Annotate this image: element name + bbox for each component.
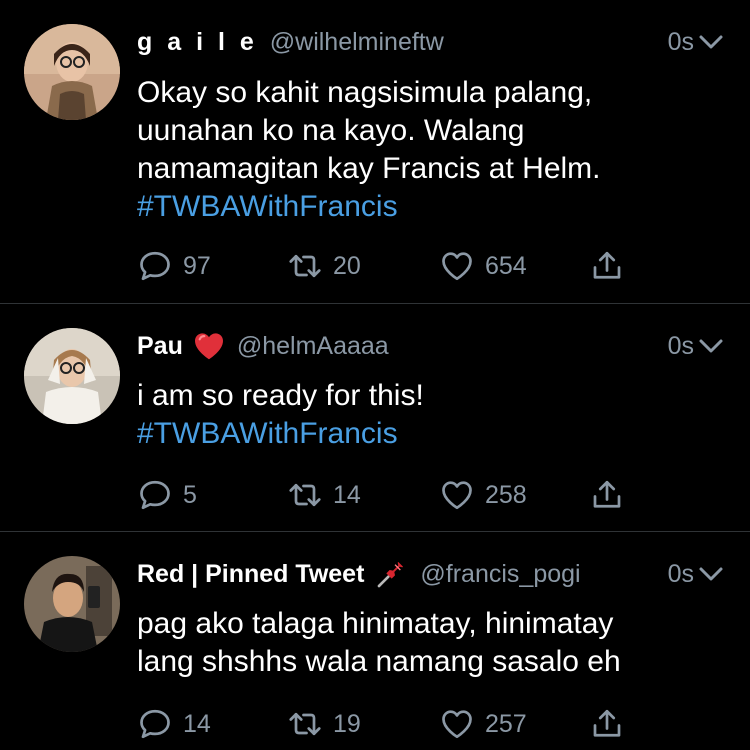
share-icon — [593, 709, 621, 737]
user-handle[interactable]: @francis_pogi — [420, 560, 580, 589]
tweet-text: pag ako talaga hinimatay, hinimatay lang… — [137, 605, 710, 681]
avatar[interactable] — [24, 556, 120, 652]
tweet-line: pag ako talaga hinimatay, hinimatay — [137, 607, 614, 640]
tweet-line: uunahan ko na kayo. Walang — [137, 114, 525, 147]
retweet-button[interactable]: 14 — [287, 475, 361, 515]
display-name[interactable]: Pau — [137, 332, 183, 361]
like-button[interactable]: 258 — [439, 475, 527, 515]
reply-button[interactable]: 5 — [137, 475, 197, 515]
tweet-line: namamagitan kay Francis at Helm. — [137, 152, 601, 185]
reply-icon — [140, 709, 170, 739]
like-count: 257 — [485, 709, 527, 738]
retweet-count: 19 — [333, 709, 361, 738]
retweet-button[interactable]: 20 — [287, 246, 361, 286]
share-icon — [593, 251, 621, 279]
retweet-icon — [289, 712, 321, 736]
chevron-down-icon[interactable] — [698, 565, 724, 583]
tweet[interactable]: Red | Pinned Tweet @francis_pogi 0s pag … — [0, 532, 750, 750]
like-button[interactable]: 257 — [439, 704, 527, 744]
retweet-icon — [289, 254, 321, 278]
chevron-down-icon[interactable] — [698, 33, 724, 51]
timestamp: 0s — [668, 28, 724, 57]
reply-icon — [140, 251, 170, 281]
chevron-down-icon[interactable] — [698, 337, 724, 355]
reply-count: 97 — [183, 251, 211, 280]
red-heart-icon — [194, 333, 223, 360]
share-button[interactable] — [589, 475, 625, 515]
tweet-line: lang shshhs wala namang sasalo eh — [137, 645, 621, 678]
like-icon — [442, 252, 472, 281]
tweet-actions: 5 14 258 — [137, 475, 737, 515]
retweet-count: 14 — [333, 480, 361, 509]
avatar[interactable] — [24, 328, 120, 424]
share-icon — [593, 480, 621, 508]
reply-count: 14 — [183, 709, 211, 738]
reply-icon — [140, 480, 170, 510]
tweet-line: Okay so kahit nagsisimula palang, — [137, 76, 593, 109]
user-handle[interactable]: @wilhelmineftw — [270, 28, 444, 57]
display-name[interactable]: Red | Pinned Tweet — [137, 560, 364, 589]
tweet-header: Pau @helmAaaaa 0s — [137, 326, 724, 366]
tweet-actions: 14 19 257 — [137, 704, 737, 744]
tweet[interactable]: g a i l e @wilhelmineftw 0s Okay so kahi… — [0, 0, 750, 304]
tweet[interactable]: Pau @helmAaaaa 0s i am so ready for this… — [0, 304, 750, 532]
retweet-count: 20 — [333, 251, 361, 280]
avatar[interactable] — [24, 24, 120, 120]
retweet-button[interactable]: 19 — [287, 704, 361, 744]
share-button[interactable] — [589, 704, 625, 744]
timestamp: 0s — [668, 560, 724, 589]
share-button[interactable] — [589, 246, 625, 286]
reply-count: 5 — [183, 480, 197, 509]
reply-button[interactable]: 97 — [137, 246, 211, 286]
timestamp-text: 0s — [667, 331, 694, 360]
user-handle[interactable]: @helmAaaaa — [237, 332, 389, 361]
timestamp: 0s — [668, 332, 724, 361]
hashtag-link[interactable]: #TWBAWithFrancis — [137, 188, 710, 226]
timestamp-text: 0s — [667, 27, 694, 56]
tweet-header: Red | Pinned Tweet @francis_pogi 0s — [137, 554, 724, 594]
retweet-icon — [289, 483, 321, 507]
pushpin-icon — [378, 562, 404, 588]
like-button[interactable]: 654 — [439, 246, 527, 286]
tweet-text: Okay so kahit nagsisimula palang, uunaha… — [137, 74, 710, 226]
like-icon — [442, 710, 472, 739]
tweet-text: i am so ready for this! #TWBAWithFrancis — [137, 377, 710, 453]
timestamp-text: 0s — [667, 559, 694, 588]
like-count: 654 — [485, 251, 527, 280]
like-icon — [442, 481, 472, 510]
tweet-line: i am so ready for this! — [137, 379, 424, 412]
hashtag-link[interactable]: #TWBAWithFrancis — [137, 415, 710, 453]
display-name[interactable]: g a i l e — [137, 28, 258, 57]
tweet-actions: 97 20 654 — [137, 246, 737, 286]
tweet-header: g a i l e @wilhelmineftw 0s — [137, 22, 724, 62]
reply-button[interactable]: 14 — [137, 704, 211, 744]
like-count: 258 — [485, 480, 527, 509]
